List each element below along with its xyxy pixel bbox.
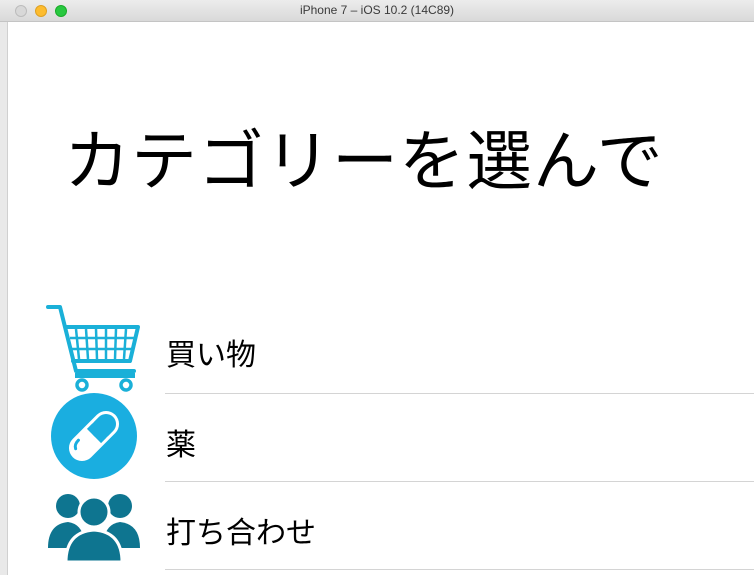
title-bar: iPhone 7 – iOS 10.2 (14C89)	[0, 0, 754, 22]
window-left-edge	[0, 22, 8, 575]
category-label-shopping: 買い物	[166, 338, 256, 373]
category-row-meeting[interactable]: 打ち合わせ	[8, 481, 754, 570]
window-title: iPhone 7 – iOS 10.2 (14C89)	[299, 3, 455, 17]
category-row-shopping[interactable]: 買い物	[8, 305, 754, 394]
row-separator	[165, 569, 754, 570]
people-icon	[46, 481, 142, 567]
app-screen: カテゴリーを選んで 買い物 薬 打ち合わせ	[8, 22, 754, 575]
category-label-medicine: 薬	[166, 428, 196, 463]
simulator-window: iPhone 7 – iOS 10.2 (14C89) カテゴリーを選んで 買い…	[0, 0, 754, 575]
shopping-cart-icon	[46, 305, 142, 392]
category-row-medicine[interactable]: 薬	[8, 393, 754, 482]
category-label-meeting: 打ち合わせ	[166, 516, 316, 551]
page-title: カテゴリーを選んで	[64, 123, 664, 200]
pill-icon	[46, 393, 142, 479]
